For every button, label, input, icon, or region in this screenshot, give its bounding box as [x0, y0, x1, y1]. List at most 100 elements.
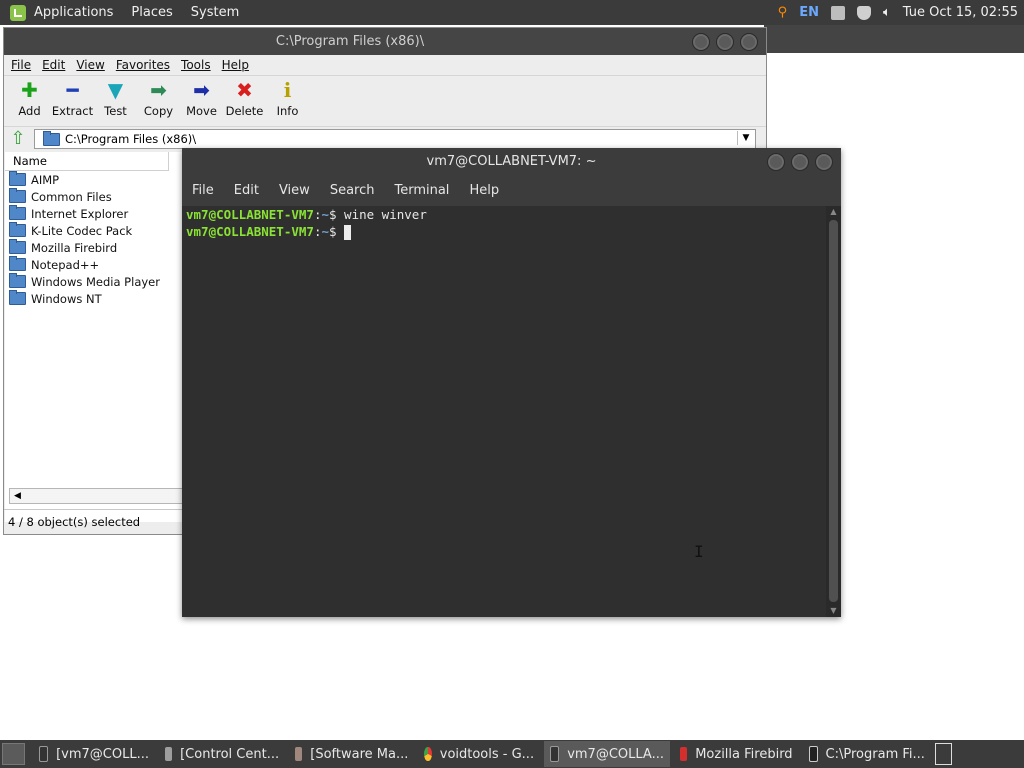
- network-icon[interactable]: [830, 5, 845, 20]
- minimize-button[interactable]: [767, 153, 785, 171]
- mint-menu-icon[interactable]: [10, 4, 26, 21]
- file-manager-window-controls: [686, 33, 758, 51]
- desktop-background: [764, 25, 1024, 53]
- menu-help[interactable]: Help: [222, 58, 249, 72]
- terminal-window: vm7@COLLABNET-VM7: ~ File Edit View Sear…: [182, 148, 841, 617]
- column-header-name[interactable]: Name: [5, 152, 169, 171]
- list-item[interactable]: AIMP: [5, 171, 183, 188]
- plus-icon: ✚: [21, 78, 38, 102]
- terminal-title: vm7@COLLABNET-VM7: ~: [426, 154, 597, 169]
- extract-button[interactable]: ━ Extract: [51, 76, 94, 118]
- file-manager-title: C:\Program Files (x86)\: [275, 34, 425, 49]
- prompt-user: vm7@COLLABNET-VM7: [186, 207, 314, 222]
- maximize-button[interactable]: [716, 33, 734, 51]
- list-item[interactable]: Windows Media Player: [5, 273, 183, 290]
- minus-icon: ━: [66, 78, 79, 102]
- terminal-output[interactable]: vm7@COLLABNET-VM7:~$ wine winver vm7@COL…: [182, 206, 826, 617]
- folder-icon: [9, 188, 26, 203]
- menu-file[interactable]: File: [11, 58, 31, 72]
- applications-menu[interactable]: Applications: [34, 5, 113, 20]
- menu-view[interactable]: View: [279, 183, 310, 198]
- list-item[interactable]: Notepad++: [5, 256, 183, 273]
- menu-tools[interactable]: Tools: [181, 58, 211, 72]
- volume-icon[interactable]: 🔈︎: [883, 5, 891, 20]
- menu-terminal[interactable]: Terminal: [394, 183, 449, 198]
- list-item[interactable]: Windows NT: [5, 290, 183, 307]
- test-button[interactable]: ▼ Test: [94, 76, 137, 118]
- show-desktop-icon[interactable]: [2, 743, 25, 765]
- close-button[interactable]: [815, 153, 833, 171]
- menu-favorites[interactable]: Favorites: [116, 58, 170, 72]
- search-icon[interactable]: ⚲: [778, 5, 788, 20]
- 7zip-icon: [808, 746, 818, 762]
- folder-icon: [9, 239, 26, 254]
- taskbar-item-terminal[interactable]: [vm7@COLL...: [33, 741, 155, 767]
- places-menu[interactable]: Places: [131, 5, 172, 20]
- copy-button[interactable]: ➡ Copy: [137, 76, 180, 118]
- minimize-button[interactable]: [692, 33, 710, 51]
- menu-edit[interactable]: Edit: [234, 183, 259, 198]
- clock[interactable]: Tue Oct 15, 02:55: [903, 5, 1018, 20]
- terminal-titlebar[interactable]: vm7@COLLABNET-VM7: ~: [182, 148, 841, 176]
- chrome-icon: [424, 747, 432, 761]
- ibeam-cursor-icon: I: [694, 542, 704, 561]
- status-bar: 4 / 8 object(s) selected: [4, 509, 188, 534]
- system-tray: ⚲ EN 🔈︎ Tue Oct 15, 02:55: [766, 0, 1024, 25]
- keyboard-layout-indicator[interactable]: EN: [799, 5, 819, 20]
- chevron-up-icon[interactable]: ▲: [826, 206, 841, 218]
- file-manager-titlebar[interactable]: C:\Program Files (x86)\: [4, 28, 766, 55]
- vertical-scrollbar[interactable]: ▲ ▼: [826, 206, 841, 617]
- maximize-button[interactable]: [791, 153, 809, 171]
- up-folder-icon[interactable]: ⇧: [8, 130, 28, 148]
- workspace-switcher-icon[interactable]: [934, 743, 953, 765]
- folder-icon: [9, 171, 26, 186]
- close-button[interactable]: [740, 33, 758, 51]
- menu-view[interactable]: View: [76, 58, 104, 72]
- folder-icon: [9, 273, 26, 288]
- file-list: Name AIMP Common Files Internet Explorer…: [5, 152, 191, 522]
- arrow-right-icon: ➡: [193, 78, 210, 102]
- taskbar-item-terminal-active[interactable]: vm7@COLLA...: [544, 741, 670, 767]
- terminal-command: wine winver: [336, 207, 427, 222]
- taskbar-item-firebird[interactable]: Mozilla Firebird: [674, 741, 799, 767]
- menu-search[interactable]: Search: [330, 183, 375, 198]
- taskbar-item-software-manager[interactable]: [Software Ma...: [289, 741, 414, 767]
- folder-icon: [9, 256, 26, 271]
- horizontal-scrollbar[interactable]: ◀: [9, 488, 191, 504]
- chevron-down-icon[interactable]: ▼: [826, 605, 841, 617]
- info-icon: i: [283, 78, 292, 102]
- address-bar[interactable]: C:\Program Files (x86)\ ▼: [34, 129, 756, 149]
- folder-icon: [9, 290, 26, 305]
- add-button[interactable]: ✚ Add: [8, 76, 51, 118]
- terminal-icon: [550, 746, 560, 762]
- move-button[interactable]: ➡ Move: [180, 76, 223, 118]
- check-icon: ▼: [107, 78, 124, 102]
- list-item[interactable]: Internet Explorer: [5, 205, 183, 222]
- taskbar-item-control-center[interactable]: [Control Cent...: [159, 741, 285, 767]
- top-panel: Applications Places System ⚲ EN 🔈︎ Tue O…: [0, 0, 1024, 25]
- terminal-menubar: File Edit View Search Terminal Help: [182, 176, 841, 204]
- chevron-down-icon[interactable]: ▼: [737, 131, 754, 145]
- info-button[interactable]: i Info: [266, 76, 309, 118]
- terminal-line: vm7@COLLABNET-VM7:~$: [186, 223, 826, 240]
- scrollbar-thumb[interactable]: [829, 220, 838, 602]
- folder-icon: [9, 222, 26, 237]
- list-item[interactable]: K-Lite Codec Pack: [5, 222, 183, 239]
- menu-help[interactable]: Help: [469, 183, 499, 198]
- prompt-user: vm7@COLLABNET-VM7: [186, 224, 314, 239]
- list-item[interactable]: Common Files: [5, 188, 183, 205]
- system-menu[interactable]: System: [191, 5, 239, 20]
- taskbar-item-7zip[interactable]: C:\Program Fi...: [803, 741, 931, 767]
- menu-file[interactable]: File: [192, 183, 214, 198]
- terminal-command: [337, 224, 345, 239]
- prompt-path: ~: [321, 207, 329, 222]
- shield-icon[interactable]: [856, 5, 871, 20]
- list-item[interactable]: Mozilla Firebird: [5, 239, 183, 256]
- delete-button[interactable]: ✖ Delete: [223, 76, 266, 118]
- software-manager-icon: [295, 747, 303, 761]
- x-icon: ✖: [236, 78, 253, 102]
- file-manager-menubar: File Edit View Favorites Tools Help: [4, 55, 766, 76]
- chevron-left-icon[interactable]: ◀: [14, 491, 21, 501]
- menu-edit[interactable]: Edit: [42, 58, 65, 72]
- taskbar-item-chrome[interactable]: voidtools - G...: [418, 741, 540, 767]
